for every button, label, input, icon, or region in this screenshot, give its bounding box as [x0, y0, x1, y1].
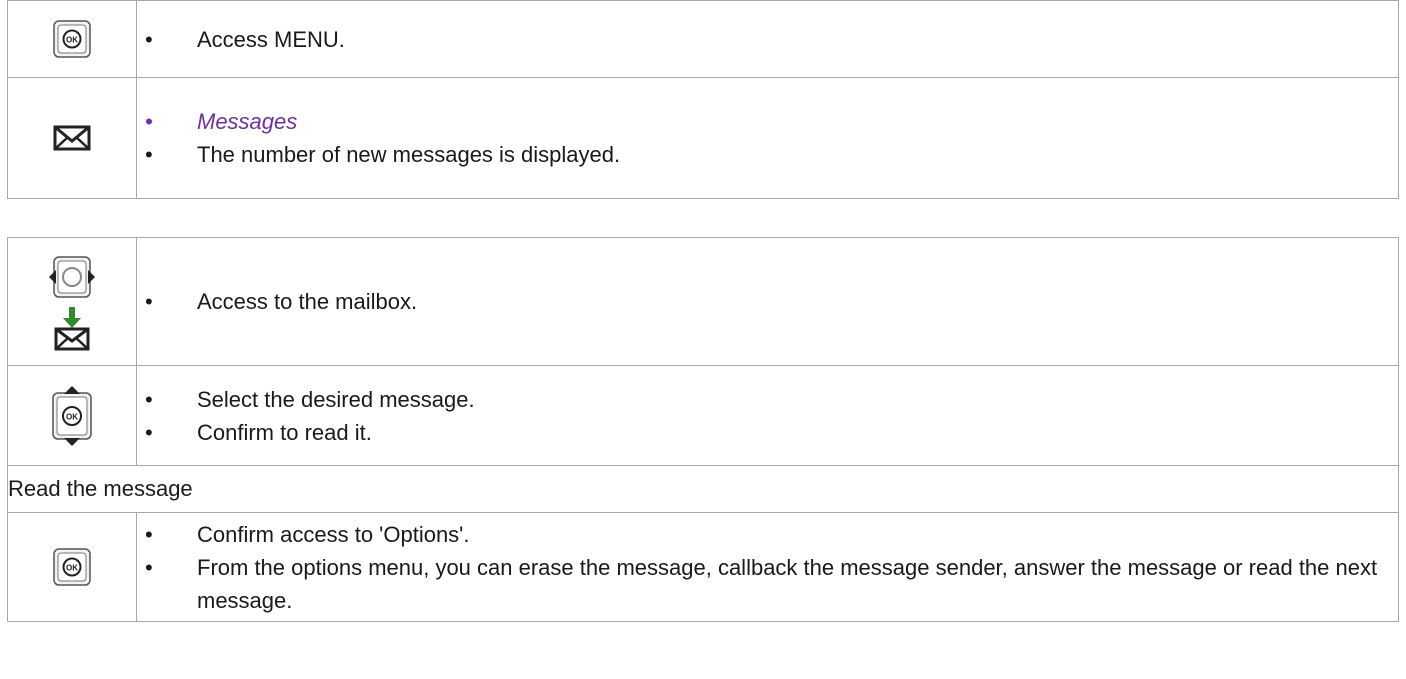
bullet-list: Messages The number of new messages is d…	[137, 105, 1398, 171]
table-read-message: Access to the mailbox. OK Select the des…	[7, 237, 1399, 622]
ok-button-icon: OK	[8, 547, 136, 587]
svg-text:OK: OK	[66, 564, 78, 573]
svg-text:OK: OK	[66, 412, 78, 421]
text-cell: Select the desired message. Confirm to r…	[136, 365, 1399, 466]
table-row: Read the message	[7, 465, 1399, 513]
envelope-icon	[8, 124, 136, 152]
icon-cell: OK	[7, 0, 137, 78]
bullet-item: Select the desired message.	[145, 383, 1378, 416]
bullet-list: Select the desired message. Confirm to r…	[137, 383, 1398, 449]
bullet-item: Confirm to read it.	[145, 416, 1378, 449]
icon-cell	[7, 77, 137, 199]
text-cell: Access MENU.	[136, 0, 1399, 78]
section-heading: Read the message	[7, 465, 1399, 513]
table-row: OK Access MENU.	[7, 0, 1399, 78]
bullet-item: Confirm access to 'Options'.	[145, 518, 1378, 551]
icon-cell: OK	[7, 365, 137, 466]
icon-cell	[7, 237, 137, 366]
mailbox-download-icon	[8, 306, 136, 351]
svg-text:OK: OK	[66, 36, 78, 45]
table-row: Access to the mailbox.	[7, 237, 1399, 366]
bullet-item: From the options menu, you can erase the…	[145, 551, 1378, 617]
text-cell: Confirm access to 'Options'. From the op…	[136, 512, 1399, 622]
navigator-left-right-icon	[8, 253, 136, 303]
bullet-list: Access MENU.	[137, 23, 1398, 56]
text-cell: Access to the mailbox.	[136, 237, 1399, 366]
table-row: OK Confirm access to 'Options'. From the…	[7, 512, 1399, 622]
bullet-list: Access to the mailbox.	[137, 285, 1398, 318]
icon-cell: OK	[7, 512, 137, 622]
text-cell: Messages The number of new messages is d…	[136, 77, 1399, 199]
table-row: OK Select the desired message. Confirm t…	[7, 365, 1399, 466]
bullet-item-messages: Messages	[145, 105, 1378, 138]
navigator-up-down-ok-icon: OK	[8, 384, 136, 448]
table-row: Messages The number of new messages is d…	[7, 77, 1399, 199]
bullet-item: The number of new messages is displayed.	[145, 138, 1378, 171]
bullet-item: Access to the mailbox.	[145, 285, 1378, 318]
table-access-menu: OK Access MENU. Messages Th	[7, 0, 1399, 199]
ok-button-icon: OK	[8, 19, 136, 59]
bullet-item: Access MENU.	[145, 23, 1378, 56]
bullet-list: Confirm access to 'Options'. From the op…	[137, 518, 1398, 617]
